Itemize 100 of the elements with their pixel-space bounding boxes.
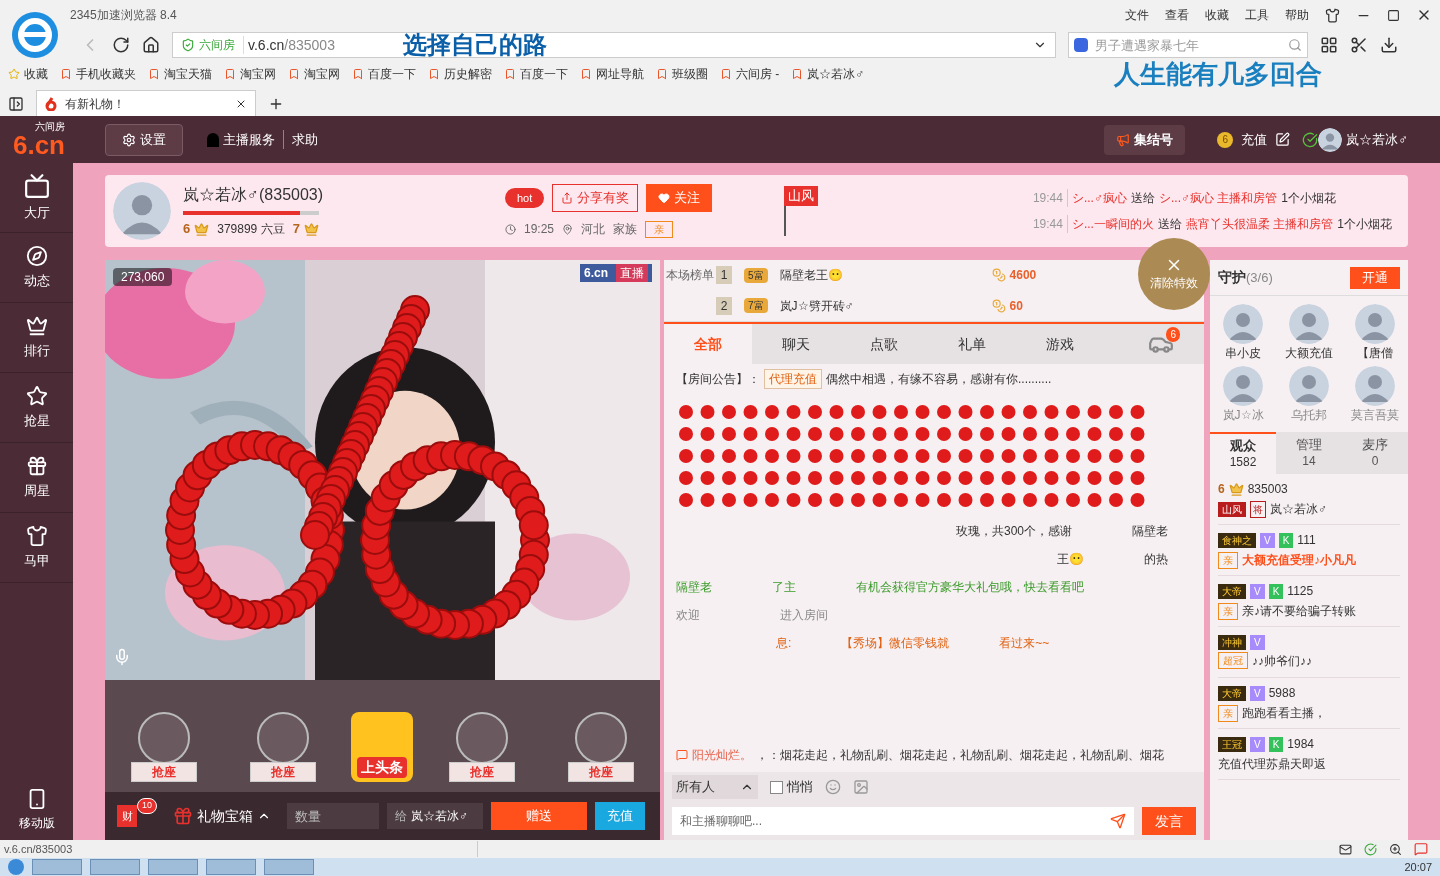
user-name[interactable]: 充值代理苏鼎天即返 xyxy=(1218,755,1326,773)
overlay-caption: 人生能有几多回合 xyxy=(1114,57,1322,91)
seat-button[interactable]: 抢座 xyxy=(432,712,533,782)
browser-tab[interactable]: 有新礼物！ xyxy=(36,90,256,116)
screenshot-icon[interactable] xyxy=(1350,36,1368,54)
header-link[interactable]: 主播服务 xyxy=(223,129,284,150)
feed-receiver[interactable]: 燕宵丫头很温柔 主播和房管 xyxy=(1185,215,1334,233)
ranking-label[interactable]: 本场榜单 xyxy=(664,260,716,321)
chat-message-fragment: 【秀场】微信零钱就 xyxy=(841,635,950,652)
bookmark-item[interactable]: 六间房 - xyxy=(736,65,780,83)
user-mark-badge: K xyxy=(1268,736,1284,752)
mobile-link[interactable]: 移动版 xyxy=(0,788,73,832)
ranking-user[interactable]: 隔壁老王😶 xyxy=(779,266,980,285)
guard-name[interactable]: 大额充值 xyxy=(1285,344,1333,362)
user-name[interactable]: 岚☆若冰♂ xyxy=(1346,129,1408,150)
menu-item[interactable]: 收藏 xyxy=(1205,6,1229,24)
bookmark-item[interactable]: 百度一下 xyxy=(368,65,416,83)
menu-item[interactable]: 文件 xyxy=(1125,6,1149,24)
user-name[interactable]: ♪♪帅爷们♪♪ xyxy=(1252,651,1312,670)
user-tag: 亲 xyxy=(1218,602,1238,620)
nav-item[interactable]: 周星 xyxy=(0,443,73,513)
seat-button[interactable]: 抢座 xyxy=(232,712,333,782)
send-icon[interactable] xyxy=(1110,813,1126,829)
rally-button[interactable]: 集结号 xyxy=(1104,124,1186,155)
search-field[interactable]: 男子遭遇家暴七年 xyxy=(1068,32,1308,58)
audience-tab[interactable]: 麦序 0 xyxy=(1342,432,1408,474)
sidebar-toggle-icon[interactable] xyxy=(8,96,24,112)
bookmark-item[interactable]: 网址导航 xyxy=(596,65,644,83)
chat-message-fragment: 有机会获得官方豪华大礼包哦，快去看看吧 xyxy=(856,579,1084,596)
apps-icon[interactable] xyxy=(1320,36,1338,54)
bookmark-item[interactable]: 淘宝天猫 xyxy=(164,65,212,83)
recipient-field[interactable]: 给 岚☆若冰♂ xyxy=(387,803,483,829)
check-icon[interactable] xyxy=(1364,842,1377,856)
user-badge: 王冠 xyxy=(1218,736,1246,752)
user-name[interactable]: 岚☆若冰♂ xyxy=(1270,500,1327,518)
whisper-checkbox[interactable]: 悄悄 xyxy=(770,777,813,797)
maximize-icon[interactable] xyxy=(1387,8,1400,22)
reload-icon[interactable] xyxy=(112,36,130,54)
home-icon[interactable] xyxy=(142,36,160,54)
target-select[interactable]: 所有人 xyxy=(672,775,758,799)
menu-item[interactable]: 工具 xyxy=(1245,6,1269,24)
nav-item[interactable]: 动态 xyxy=(0,233,73,303)
bookmark-item[interactable]: 历史解密 xyxy=(444,65,492,83)
crown-icon xyxy=(25,314,48,337)
bookmark-item[interactable]: 淘宝网 xyxy=(240,65,276,83)
chat-bubble-icon[interactable] xyxy=(1414,842,1428,856)
quantity-field[interactable]: 数量 xyxy=(287,803,379,829)
zoom-icon[interactable] xyxy=(1389,842,1402,856)
seat-button[interactable]: 抢座 xyxy=(550,712,651,782)
ranking-user[interactable]: 岚J☆劈开砖♂ xyxy=(779,296,980,315)
chat-input[interactable]: 和主播聊聊吧... xyxy=(672,807,1134,835)
skin-icon[interactable] xyxy=(1325,7,1340,23)
family-label: 家族 xyxy=(613,221,638,238)
nav-item[interactable]: 马甲 xyxy=(0,513,73,583)
nav-item[interactable]: 抢星 xyxy=(0,373,73,443)
edit-icon[interactable] xyxy=(1275,132,1291,147)
site-logo[interactable]: 六间房 6.cn xyxy=(0,121,73,158)
mail-icon[interactable] xyxy=(1339,842,1352,856)
level-label: 6 xyxy=(1218,481,1225,498)
bookmark-item[interactable]: 班级圈 xyxy=(672,65,708,83)
headline-button[interactable]: 上头条 xyxy=(351,712,414,782)
nav-item[interactable]: 大厅 xyxy=(0,163,73,233)
wealth-icon[interactable]: 财 xyxy=(117,805,137,827)
nav-item[interactable]: 排行 xyxy=(0,303,73,373)
guard-name[interactable]: 【唐僧 xyxy=(1357,344,1393,362)
seat-button[interactable]: 抢座 xyxy=(114,712,215,782)
feed-gift: 1个小烟花 xyxy=(1337,216,1392,233)
feed-receiver[interactable]: シ...♂疯心 主播和房管 xyxy=(1158,189,1278,207)
bookmark-item[interactable]: 手机收藏夹 xyxy=(76,65,136,83)
guard-title: 守护 xyxy=(1218,268,1246,287)
header-link[interactable]: 求助 xyxy=(292,129,318,150)
chat-tab[interactable]: 游戏 xyxy=(1016,324,1104,364)
chat-tab[interactable]: 礼单 xyxy=(928,324,1016,364)
audience-tab[interactable]: 观众 1582 xyxy=(1210,432,1276,474)
address-field[interactable]: 六间房 v.6.cn/835003 选择自己的路 xyxy=(172,32,1056,58)
feed-sender[interactable]: シ...一瞬间的火 xyxy=(1071,215,1154,233)
user-name[interactable]: 跑跑看看主播， xyxy=(1242,704,1326,722)
bookmark-item[interactable]: 淘宝网 xyxy=(304,65,340,83)
start-icon[interactable] xyxy=(8,859,24,875)
gift-box-button[interactable]: 礼物宝箱 xyxy=(173,805,271,827)
download-icon[interactable] xyxy=(1380,36,1398,54)
menu-item[interactable]: 帮助 xyxy=(1285,6,1309,24)
bookmark-item[interactable]: 收藏 xyxy=(24,65,48,83)
guard-avatar xyxy=(1355,304,1395,344)
guard-name[interactable]: 串小皮 xyxy=(1225,344,1261,362)
verified-icon xyxy=(1302,131,1319,148)
new-tab-icon[interactable] xyxy=(268,96,284,112)
guard-avatar xyxy=(1289,304,1329,344)
menu-item[interactable]: 查看 xyxy=(1165,6,1189,24)
bookmark-icon xyxy=(656,68,668,80)
recharge-link[interactable]: 充值 xyxy=(1241,129,1268,150)
settings-button[interactable]: 设置 xyxy=(105,123,183,156)
user-name[interactable]: 亲♪请不要给骗子转账 xyxy=(1242,602,1356,620)
chat-tab[interactable]: 聊天 xyxy=(752,324,840,364)
audience-tab[interactable]: 管理 14 xyxy=(1276,432,1342,474)
bookmark-item[interactable]: 百度一下 xyxy=(520,65,568,83)
share-button[interactable]: 分享有奖 xyxy=(552,184,639,212)
feed-sender[interactable]: シ...♂疯心 xyxy=(1071,189,1127,207)
bookmark-item[interactable]: 岚☆若冰♂ xyxy=(807,65,865,83)
chat-tab[interactable]: 点歌 xyxy=(840,324,928,364)
